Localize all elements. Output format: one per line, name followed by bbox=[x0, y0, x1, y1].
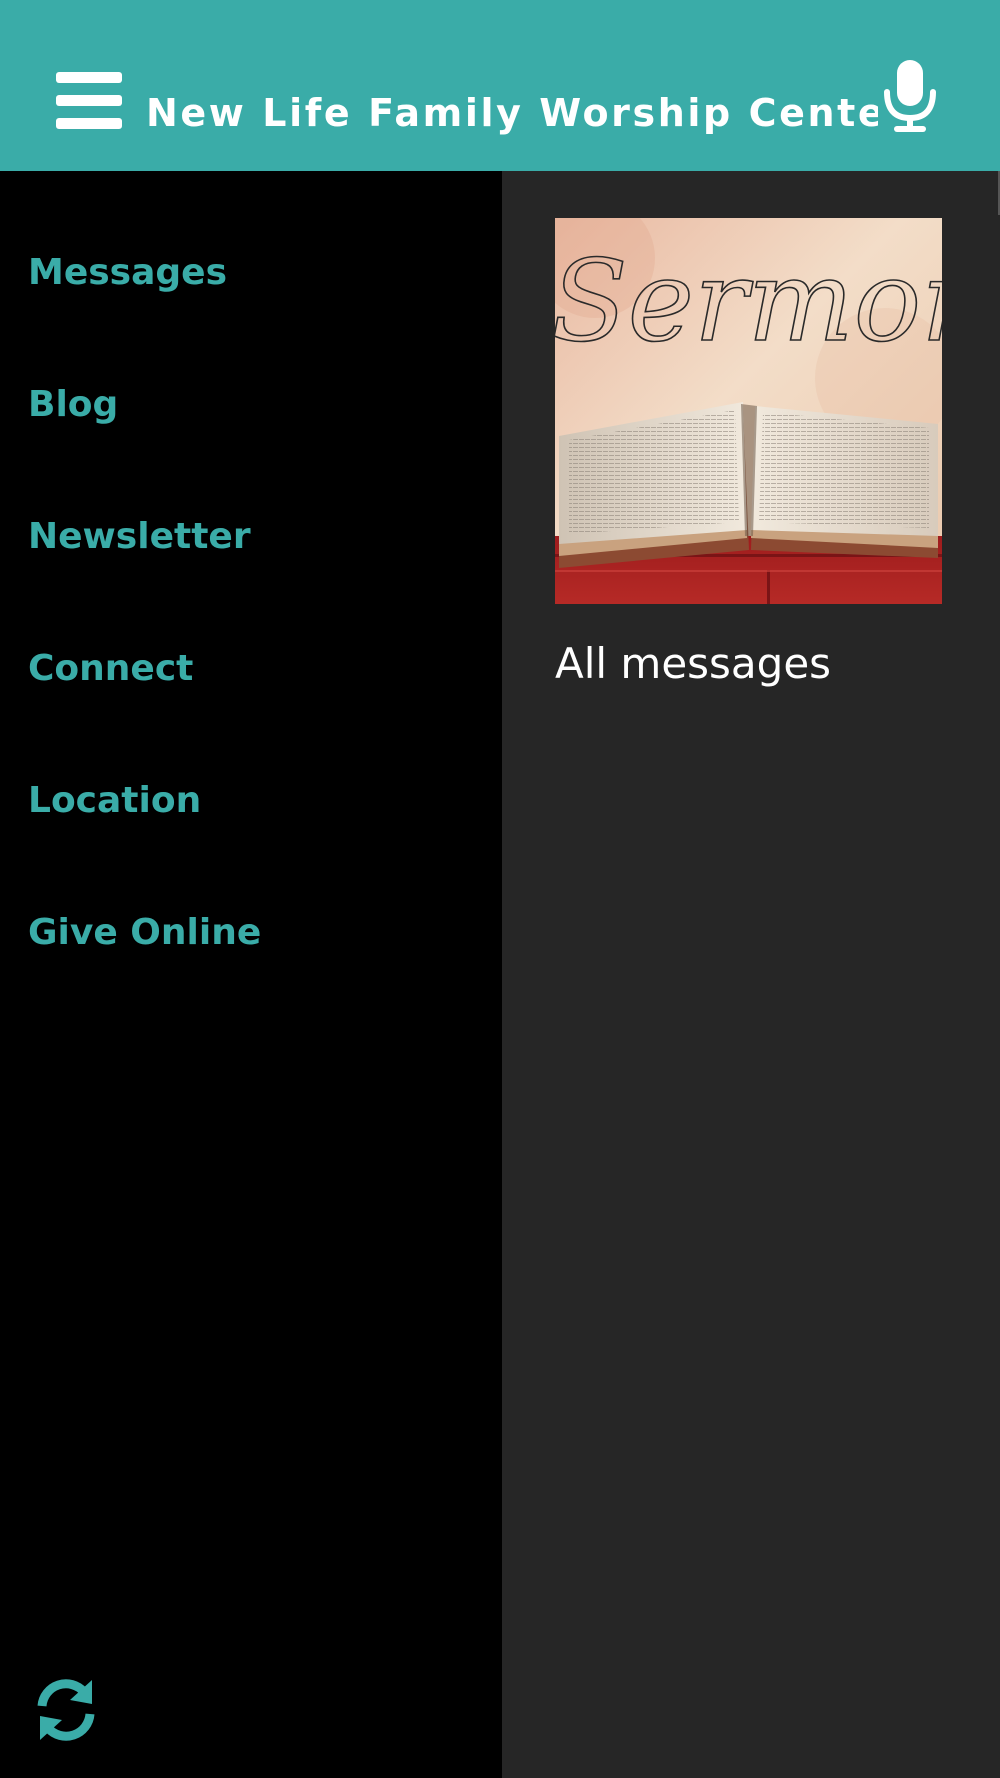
sidebar-item-newsletter[interactable]: Newsletter bbox=[28, 512, 251, 562]
content-pane: Sermon All messa bbox=[502, 171, 1000, 1778]
sidebar-item-give-online[interactable]: Give Online bbox=[28, 908, 261, 958]
sidebar-item-location[interactable]: Location bbox=[28, 776, 201, 826]
nav-drawer: Messages Blog Newsletter Connect Locatio… bbox=[0, 171, 502, 1778]
refresh-icon[interactable] bbox=[34, 1678, 98, 1742]
app-title-container: New Life Family Worship Center bbox=[146, 86, 878, 140]
hamburger-menu-icon[interactable] bbox=[56, 72, 122, 130]
app-window: New Life Family Worship Center Messages … bbox=[0, 0, 1000, 1778]
sidebar-item-connect[interactable]: Connect bbox=[28, 644, 193, 694]
sidebar-item-messages[interactable]: Messages bbox=[28, 248, 227, 298]
sidebar-item-blog[interactable]: Blog bbox=[28, 380, 118, 430]
sermon-image-text: Sermon bbox=[555, 237, 942, 367]
sermon-bible-image: Sermon bbox=[555, 218, 942, 604]
all-messages-card[interactable]: Sermon All messa bbox=[555, 218, 942, 692]
app-title: New Life Family Worship Center bbox=[146, 91, 878, 135]
app-header: New Life Family Worship Center bbox=[0, 0, 1000, 171]
microphone-icon[interactable] bbox=[880, 58, 940, 134]
all-messages-label: All messages bbox=[555, 639, 832, 688]
